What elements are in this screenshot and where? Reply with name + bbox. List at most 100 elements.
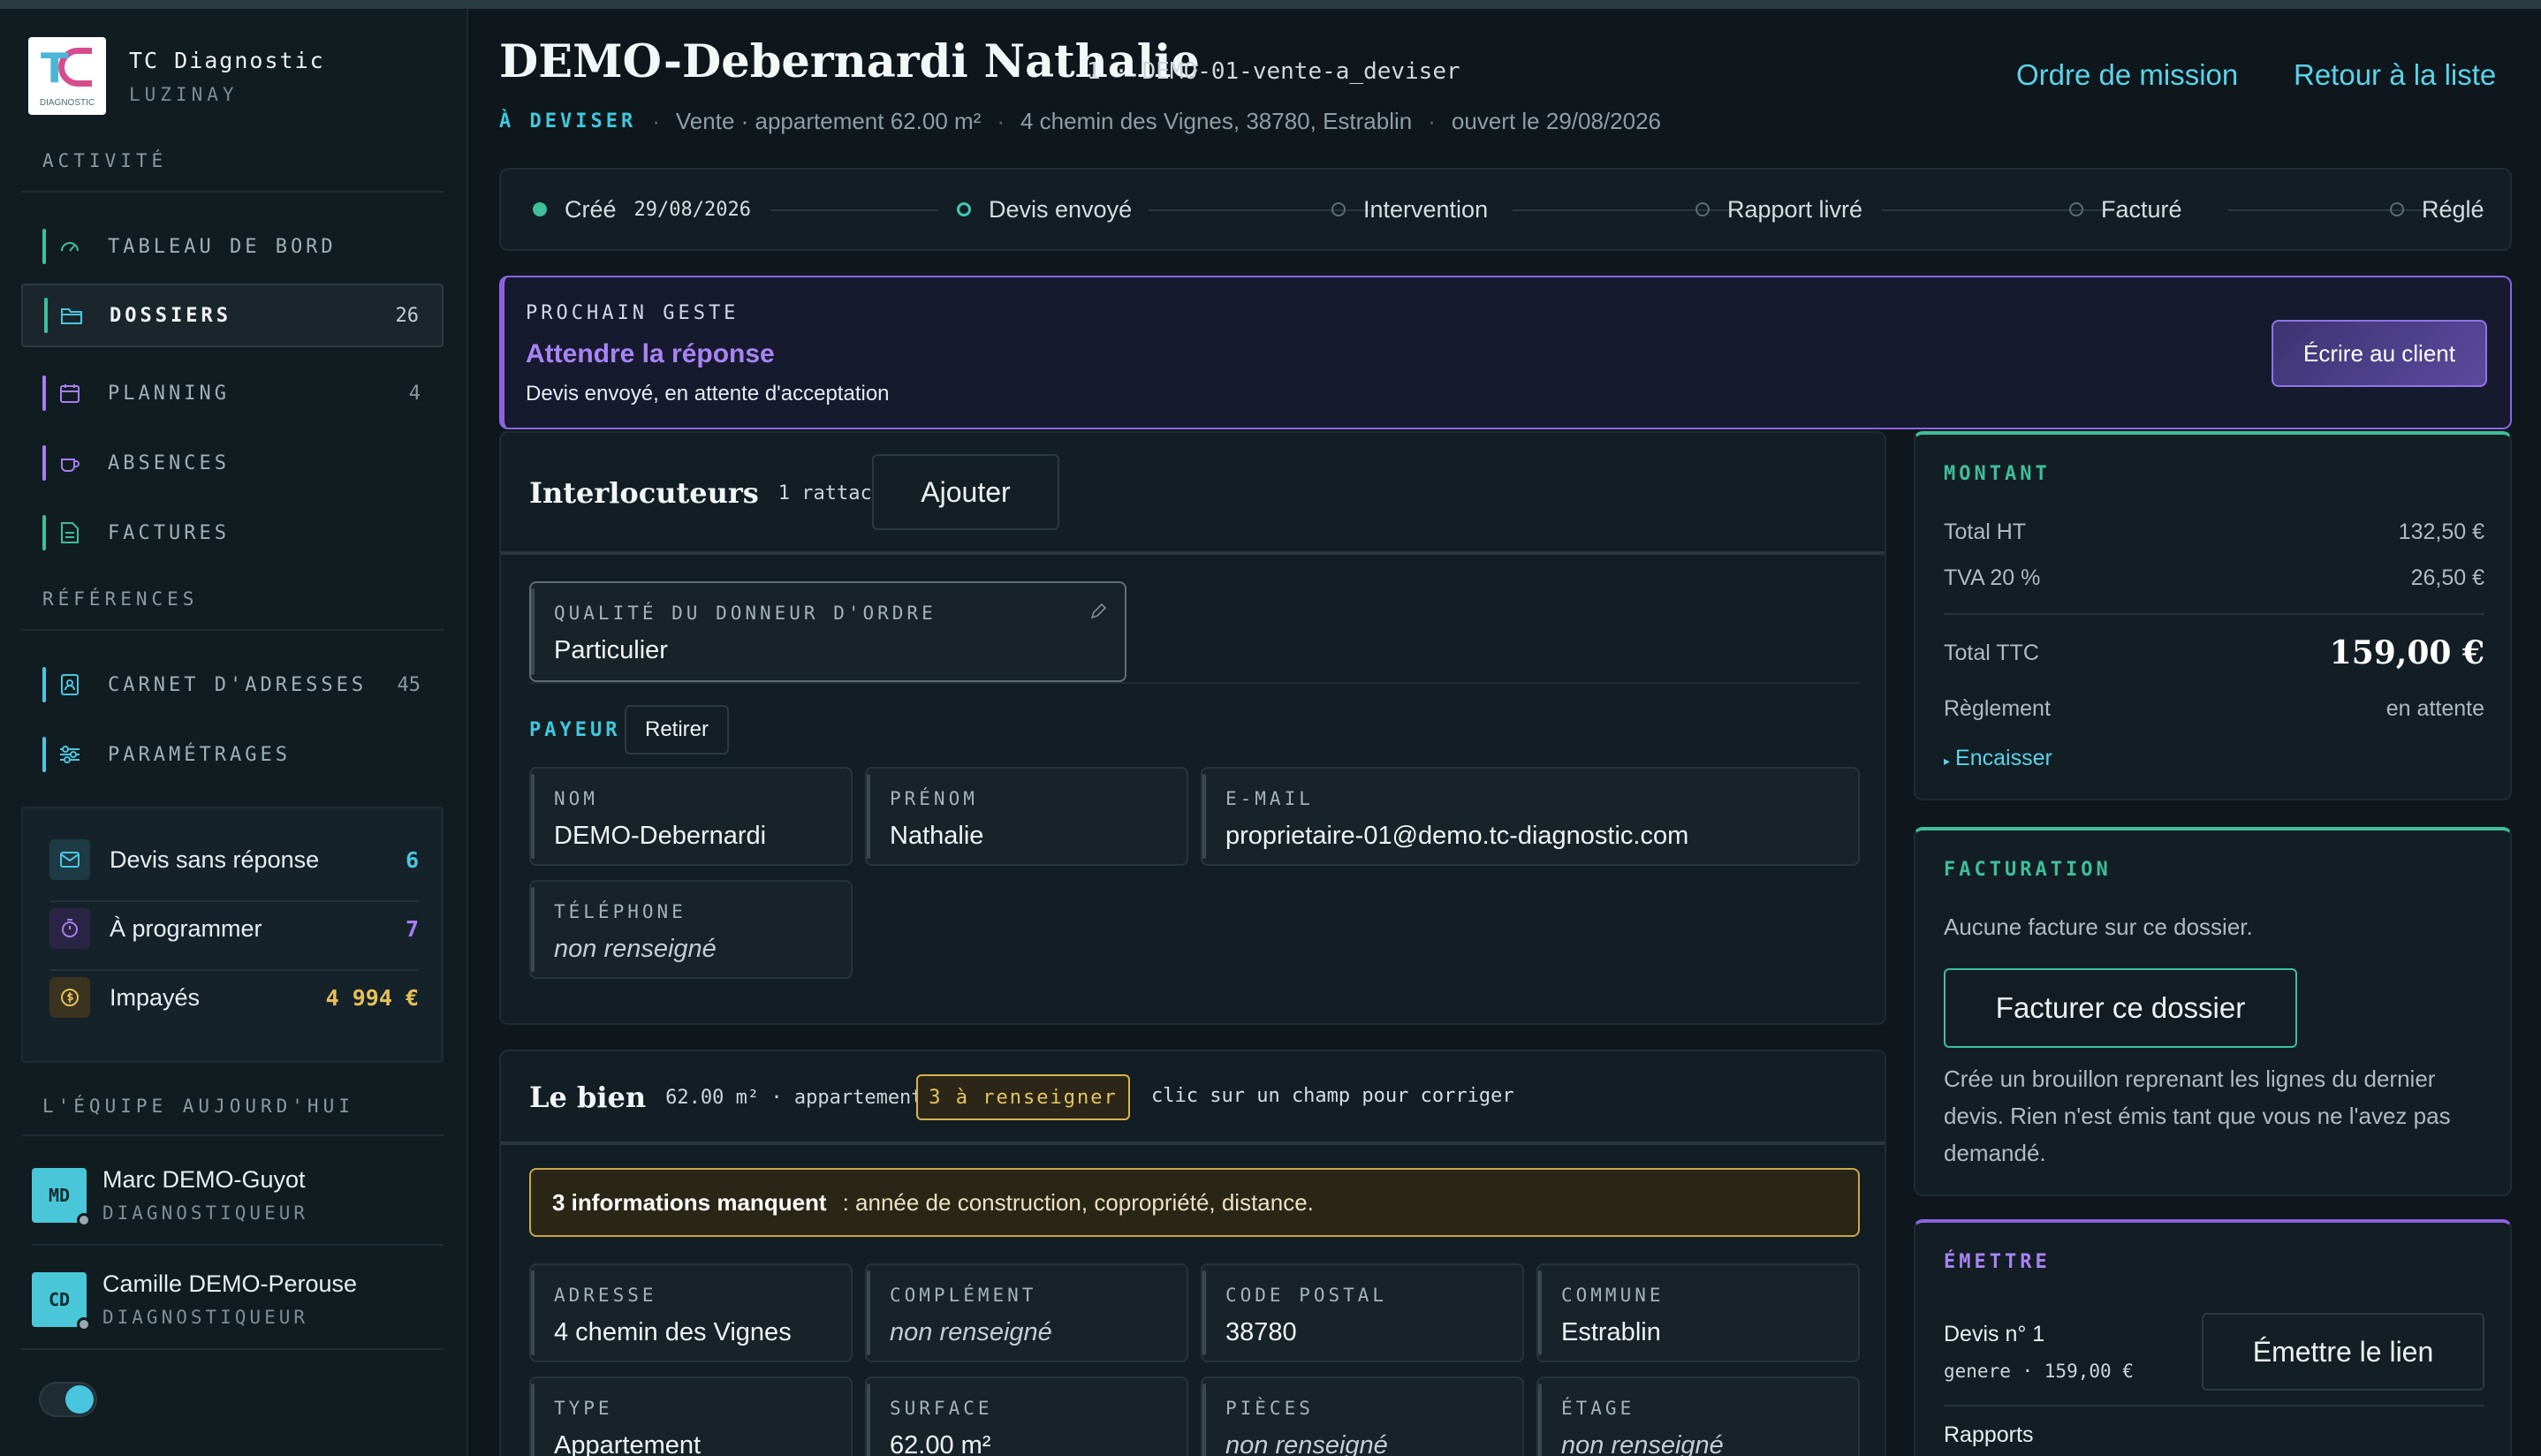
document-icon [58,521,81,544]
row-label: Règlement [1944,696,2051,721]
sidebar-item-parametrages[interactable]: PARAMÉTRAGES [21,723,444,786]
brand[interactable]: T DIAGNOSTIC TC Diagnostic LUZINAY [28,37,325,115]
missing-info-detail: : année de construction, copropriété, di… [842,1188,1314,1216]
sidebar-item-absences[interactable]: ABSENCES [21,431,444,495]
brand-logo: T DIAGNOSTIC [28,37,106,115]
team-member[interactable]: CD Camille DEMO-Perouse DIAGNOSTIQUEUR [32,1270,357,1331]
brand-name: TC Diagnostic [129,47,325,73]
workflow-progress: Créé 29/08/2026 Devis envoyé Interventio… [499,168,2512,251]
field-value: DEMO-Debernardi [554,822,767,850]
theme-toggle[interactable] [39,1382,97,1417]
divider [21,191,444,193]
sidebar-item-label: PLANNING [108,382,230,405]
divider [32,1244,444,1246]
field-value: non renseigné [1225,1431,1388,1456]
field-value: Particulier [554,636,668,664]
sidebar-item-dossiers[interactable]: DOSSIERS 26 [21,284,444,347]
stat-devis-sans-reponse[interactable]: Devis sans réponse 6 [49,835,419,884]
write-client-button[interactable]: Écrire au client [2272,320,2487,387]
devis-meta: genere · 159,00 € [1944,1361,2134,1382]
surface-field[interactable]: SURFACE 62.00 m² [865,1376,1188,1456]
divider [49,900,419,902]
back-to-list-link[interactable]: Retour à la liste [2294,58,2496,92]
team-member[interactable]: MD Marc DEMO-Guyot DIAGNOSTIQUEUR [32,1166,309,1227]
next-action-label: PROCHAIN GESTE [526,302,740,324]
window-top-strip [0,0,2541,9]
sidebar-item-count: 45 [397,673,421,696]
field-label: ÉTAGE [1561,1398,1635,1419]
total-ht-row: Total HT 132,50 € [1944,519,2484,545]
divider [21,629,444,631]
card-title: ÉMETTRE [1944,1251,2051,1273]
sidebar-item-factures[interactable]: FACTURES [21,501,444,565]
card-title: MONTANT [1944,463,2051,485]
stat-label: Devis sans réponse [110,846,320,873]
ordre-de-mission-link[interactable]: Ordre de mission [2016,58,2238,92]
step-label: Rapport livré [1727,195,1863,223]
step-pending-icon [1695,202,1710,216]
reglement-row: Règlement en attente [1944,696,2484,722]
qualite-field[interactable]: QUALITÉ DU DONNEUR D'ORDRE Particulier [529,581,1126,682]
brand-location: LUZINAY [129,83,239,105]
sidebar-item-label: DOSSIERS [110,304,231,327]
email-field[interactable]: E-MAIL proprietaire-01@demo.tc-diagnosti… [1201,767,1860,866]
field-label: QUALITÉ DU DONNEUR D'ORDRE [554,603,937,624]
telephone-field[interactable]: TÉLÉPHONE non renseigné [529,880,853,979]
step-label: Facturé [2101,195,2182,223]
adresse-field[interactable]: ADRESSE 4 chemin des Vignes [529,1263,853,1362]
sidebar-item-carnet-d-adresses[interactable]: CARNET D'ADRESSES 45 [21,653,444,717]
row-label: Total HT [1944,519,2027,544]
field-label: CODE POSTAL [1225,1285,1388,1306]
edit-pencil-icon[interactable] [1089,603,1107,625]
field-value: non renseigné [554,935,717,963]
sidebar: T DIAGNOSTIC TC Diagnostic LUZINAY ACTIV… [0,9,468,1456]
avatar: CD [32,1271,91,1331]
step-pending-icon [2390,202,2404,216]
type-field[interactable]: TYPE Appartement [529,1376,853,1456]
sidebar-item-label: FACTURES [108,521,230,544]
bien-card: Le bien 62.00 m² · appartement 3 à rense… [499,1050,1886,1456]
bien-meta: 62.00 m² · appartement [665,1086,923,1109]
property-address: 4 chemin des Vignes, 38780, Estrablin [1020,108,1413,134]
avatar: MD [32,1167,91,1227]
encaisser-link[interactable]: ▸ Encaisser [1944,746,2052,771]
facturer-dossier-button[interactable]: Facturer ce dossier [1944,968,2297,1048]
stat-impayes[interactable]: Impayés 4 994 € [49,973,419,1022]
section-references-label: RÉFÉRENCES [42,588,199,610]
nom-field[interactable]: NOM DEMO-Debernardi [529,767,853,866]
field-value: 38780 [1225,1318,1297,1346]
step-rapport-livre: Rapport livré [1695,170,1862,249]
pieces-field[interactable]: PIÈCES non renseigné [1201,1376,1524,1456]
sidebar-item-label: ABSENCES [108,451,230,474]
complement-field[interactable]: COMPLÉMENT non renseigné [865,1263,1188,1362]
etage-field[interactable]: ÉTAGE non renseigné [1536,1376,1860,1456]
code-postal-field[interactable]: CODE POSTAL 38780 [1201,1263,1524,1362]
remove-payeur-button[interactable]: Retirer [625,705,729,755]
sliders-icon [58,743,81,766]
caret-right-icon: ▸ [1944,754,1951,768]
step-done-icon [533,202,547,216]
calendar-icon [58,382,81,405]
commune-field[interactable]: COMMUNE Estrablin [1536,1263,1860,1362]
montant-card: MONTANT Total HT 132,50 € TVA 20 % 26,50… [1914,431,2512,800]
add-interlocuteur-button[interactable]: Ajouter [872,454,1059,530]
member-role: DIAGNOSTIQUEUR [102,1202,309,1224]
sidebar-item-label: TABLEAU DE BORD [108,235,337,258]
facturation-note: Crée un brouillon reprenant les lignes d… [1944,1065,2451,1166]
step-cree: Créé 29/08/2026 [533,170,751,249]
sidebar-item-count: 26 [395,304,420,327]
sidebar-item-tableau-de-bord[interactable]: TABLEAU DE BORD [21,215,444,278]
prenom-field[interactable]: PRÉNOM Nathalie [865,767,1188,866]
gauge-icon [58,235,81,258]
field-value: Nathalie [890,822,984,850]
tva-row: TVA 20 % 26,50 € [1944,565,2484,591]
emettre-lien-button[interactable]: Émettre le lien [2202,1313,2484,1391]
row-value: 132,50 € [2398,519,2484,544]
stat-a-programmer[interactable]: À programmer 7 [49,904,419,953]
field-value: 4 chemin des Vignes [554,1318,792,1346]
divider [1944,1405,2484,1407]
stat-value: 6 [405,846,419,873]
row-value: en attente [2386,696,2484,721]
sidebar-item-planning[interactable]: PLANNING 4 [21,361,444,425]
field-label: PRÉNOM [890,788,978,809]
